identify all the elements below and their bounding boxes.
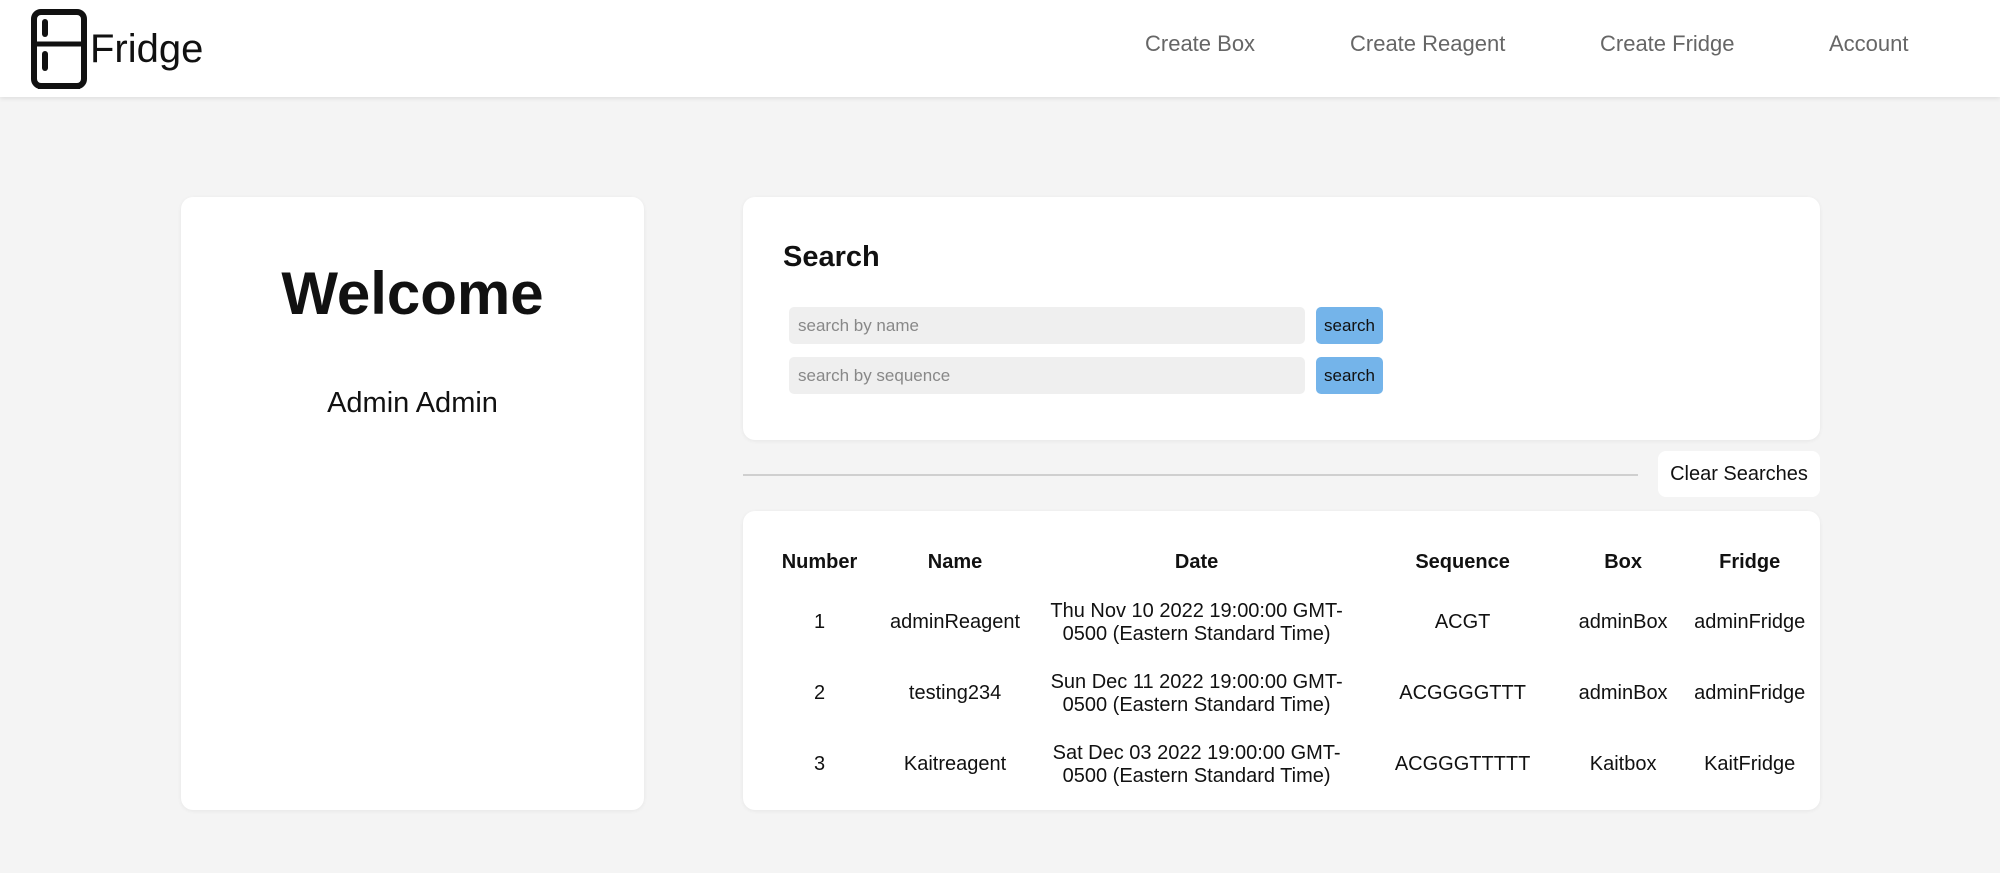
cell-sequence: ACGGGTTTTT: [1394, 753, 1531, 775]
nav-create-fridge[interactable]: Create Fridge: [1600, 31, 1735, 57]
search-by-name-input[interactable]: [789, 307, 1305, 344]
navbar: Fridge Create Box Create Reagent Create …: [0, 0, 2000, 97]
results-card: Number Name Date Sequence Box Fridge 1 a…: [743, 511, 1820, 810]
column-header-sequence: Sequence: [1415, 550, 1510, 573]
cell-name: Kaitreagent: [903, 753, 1007, 775]
fridge-icon: [30, 8, 88, 90]
search-title: Search: [783, 241, 880, 273]
results-table: Number Name Date Sequence Box Fridge 1 a…: [761, 537, 1817, 800]
cell-box: adminBox: [1578, 611, 1668, 633]
cell-number: 3: [813, 753, 826, 775]
cell-sequence: ACGT: [1434, 611, 1491, 633]
column-header-name: Name: [927, 550, 983, 573]
table-row: 2 testing234 Sun Dec 11 2022 19:00:00 GM…: [761, 658, 1817, 729]
search-by-sequence-button[interactable]: search: [1316, 357, 1383, 394]
cell-name: adminReagent: [890, 611, 1021, 633]
table-row: 3 Kaitreagent Sat Dec 03 2022 19:00:00 G…: [761, 729, 1817, 800]
search-by-sequence-input[interactable]: [789, 357, 1305, 394]
cell-box: Kaitbox: [1589, 753, 1657, 775]
nav-account[interactable]: Account: [1829, 31, 1909, 57]
user-name: Admin Admin: [327, 387, 498, 419]
cell-number: 2: [813, 682, 826, 704]
column-header-box: Box: [1604, 550, 1642, 573]
clear-searches-button[interactable]: Clear Searches: [1658, 451, 1820, 497]
brand-home-link[interactable]: Fridge: [30, 8, 203, 90]
nav-create-box[interactable]: Create Box: [1145, 31, 1255, 57]
cell-fridge: adminFridge: [1694, 611, 1806, 633]
cell-date: Sat Dec 03 2022 19:00:00 GMT-0500 (Easte…: [1052, 741, 1341, 787]
cell-date: Thu Nov 10 2022 19:00:00 GMT-0500 (Easte…: [1050, 599, 1343, 645]
cell-fridge: adminFridge: [1694, 682, 1806, 704]
column-header-date: Date: [1174, 550, 1219, 573]
table-header-row: Number Name Date Sequence Box Fridge: [761, 537, 1817, 587]
table-row: 1 adminReagent Thu Nov 10 2022 19:00:00 …: [761, 587, 1817, 658]
welcome-title: Welcome: [281, 260, 544, 327]
search-by-name-button[interactable]: search: [1316, 307, 1383, 344]
column-header-fridge: Fridge: [1719, 550, 1781, 573]
brand-name: Fridge: [90, 26, 204, 71]
cell-date: Sun Dec 11 2022 19:00:00 GMT-0500 (Easte…: [1050, 670, 1343, 716]
cell-box: adminBox: [1578, 682, 1668, 704]
cell-number: 1: [813, 611, 826, 633]
column-header-number: Number: [781, 550, 858, 573]
search-card: Search search search: [743, 197, 1820, 440]
cell-name: testing234: [908, 682, 1002, 704]
cell-fridge: KaitFridge: [1704, 753, 1796, 775]
cell-sequence: ACGGGGTTT: [1399, 682, 1526, 704]
welcome-card: Welcome Admin Admin: [181, 197, 644, 810]
nav-create-reagent[interactable]: Create Reagent: [1350, 31, 1505, 57]
divider: [743, 474, 1638, 476]
